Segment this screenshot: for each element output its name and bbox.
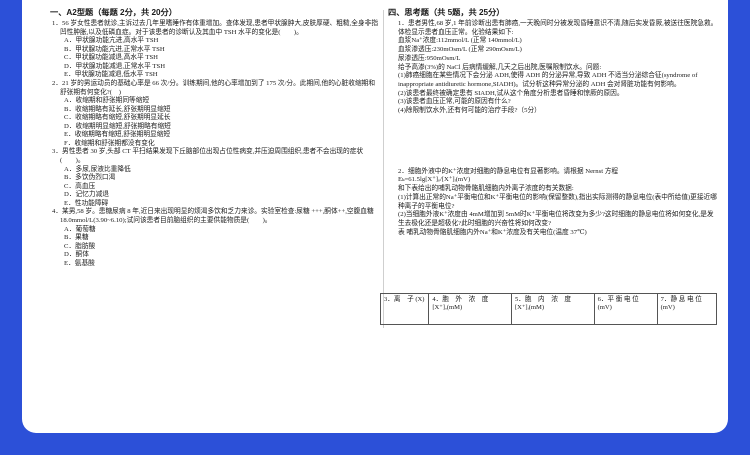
option: A．多尿,尿液比重降低: [64, 165, 131, 173]
sub-question: (2)当细胞外液K⁺浓度由 4mM增加到 5mM时K⁺平衡电位将改变为多少?这时…: [398, 211, 714, 227]
sub-question: (4)除限制饮水外,还有何可能的治疗手段?（5分）: [398, 107, 541, 115]
sub-question: (1)肺癌细胞在某些情况下会分泌 ADH,使得 ADH 的分泌异常,导致 ADH…: [398, 72, 698, 88]
left-column: 一、A2型题（每题 2分，共 20分） 1．56 岁女性患者就诊,主诉过去几年里…: [50, 6, 380, 268]
table-header-cell: 5．胞 内 浓 度 [X⁺]ᵢ(mM): [510, 293, 595, 325]
table-header-cell: 7．静 息 电 位 (mV): [656, 293, 718, 325]
option: E．甲状腺功能减退,低水平 TSH: [64, 71, 158, 79]
case-text: 给予高渗(3%)的 NaCl 后病情缓解,几天之后出院,医嘱限制饮水。问题:: [398, 63, 602, 71]
option: C．甲状腺功能减退,高水平 TSH: [64, 54, 158, 62]
lab-value: 尿渗透压:950mOsm/L: [398, 54, 461, 62]
table-header-row: 3．离 子 (X) 4．胞 外 浓 度 [X⁺]ₒ(mM) 5．胞 内 浓 度 …: [379, 293, 718, 325]
section-a2-title: 一、A2型题（每题 2分，共 20分）: [50, 8, 177, 17]
option: E．收缩期略有缩短,舒张期明显缩短: [64, 131, 171, 139]
right-column: 四、思考题（共 5题，共 25分） 1．患者男性,68 岁,1 年前诊断出患有肺…: [379, 6, 719, 325]
option: A．收缩期和舒张期同等缩短: [64, 97, 150, 105]
option: D．记忆力减退: [64, 191, 109, 199]
option: C．高血压: [64, 182, 96, 190]
table-header-cell: 6．平 衡 电 位 (mV): [593, 293, 658, 325]
sub-question: (3)该患者血压正常,可能的原因有什么?: [398, 98, 511, 106]
option: E．氨基酸: [64, 259, 95, 267]
case-text: 和下表给出的哺乳动物骨骼肌细胞内外离子浓度的有关数据:: [398, 185, 574, 193]
sub-question: (1)计算出正常的Na⁺平衡电位和K⁺平衡电位的影响(保留整数),指出实际测得的…: [398, 193, 717, 210]
lab-value: 血浆Na⁺浓度:112mmol/L (正常 140mmol/L): [398, 37, 522, 45]
question-stem: 2．细胞外液中的K⁺浓度对细胞的静息电位有显著影响。请根据 Nernst 方程: [398, 167, 619, 175]
option: D．收缩期明显缩短,舒张期略有缩短: [64, 122, 171, 130]
option: C．收缩期略有缩短,舒张期明显延长: [64, 114, 171, 122]
question-stem: 4．某男,58 岁。患糖尿病 8 年,近日来出现明显的烦渴多饮和乏力来诊。实验室…: [52, 208, 374, 224]
answer-space: [388, 116, 719, 168]
section-thinking-title: 四、思考题（共 5题，共 25分）: [388, 8, 505, 17]
question-stem: 1．56 岁女性患者就诊,主诉过去几年里嗜睡作有体重增加。查体发现,患者甲状腺肿…: [52, 20, 379, 36]
nernst-equation: Eₖ=61.5lg[X⁺]ₒ/[X⁺]ᵢ(mV): [398, 176, 471, 184]
option: A．甲状腺功能亢进,高水平 TSH: [64, 37, 159, 45]
option: B．多饮伪烈口渴: [64, 174, 116, 182]
option: D．酮体: [64, 251, 89, 259]
lab-value: 血浆渗透压:230mOsm/L (正常 290mOsm/L): [398, 46, 522, 54]
table-header-cell: 4．胞 外 浓 度 [X⁺]ₒ(mM): [428, 293, 512, 325]
table-caption: 表 哺乳动物骨骼肌细胞内外Na⁺和K⁺浓度及有关电位(温度 37℃): [398, 228, 587, 236]
option: A．葡萄糖: [64, 225, 96, 233]
option: C．脂肪酸: [64, 242, 96, 250]
option: B．果糖: [64, 234, 89, 242]
content-card: 一、A2型题（每题 2分，共 20分） 1．56 岁女性患者就诊,主诉过去几年里…: [22, 0, 728, 433]
question-stem: 3．男性患者 30 岁,头部 CT 平扫结果发现下丘脑部位出现占位性病变,并压迫…: [52, 148, 364, 164]
option: B．收缩期略有延长,舒张期明显缩短: [64, 105, 171, 113]
table-header-cell: 3．离 子 (X): [379, 293, 430, 325]
question-stem: 2．21 岁的男运动员的基础心率是 66 次/分。训练期间,他的心率增加到了 1…: [52, 79, 376, 96]
exam-paper: 一、A2型题（每题 2分，共 20分） 1．56 岁女性患者就诊,主诉过去几年里…: [50, 6, 719, 332]
option: B．甲状腺功能亢进,正常水平 TSH: [64, 45, 165, 53]
case-text: 1．患者男性,68 岁,1 年前诊断出患有肺癌,一天晚间时分被发现昏睡意识不清,…: [398, 20, 718, 36]
ion-table: 3．离 子 (X) 4．胞 外 浓 度 [X⁺]ₒ(mM) 5．胞 内 浓 度 …: [379, 293, 718, 325]
column-divider: [383, 10, 384, 328]
